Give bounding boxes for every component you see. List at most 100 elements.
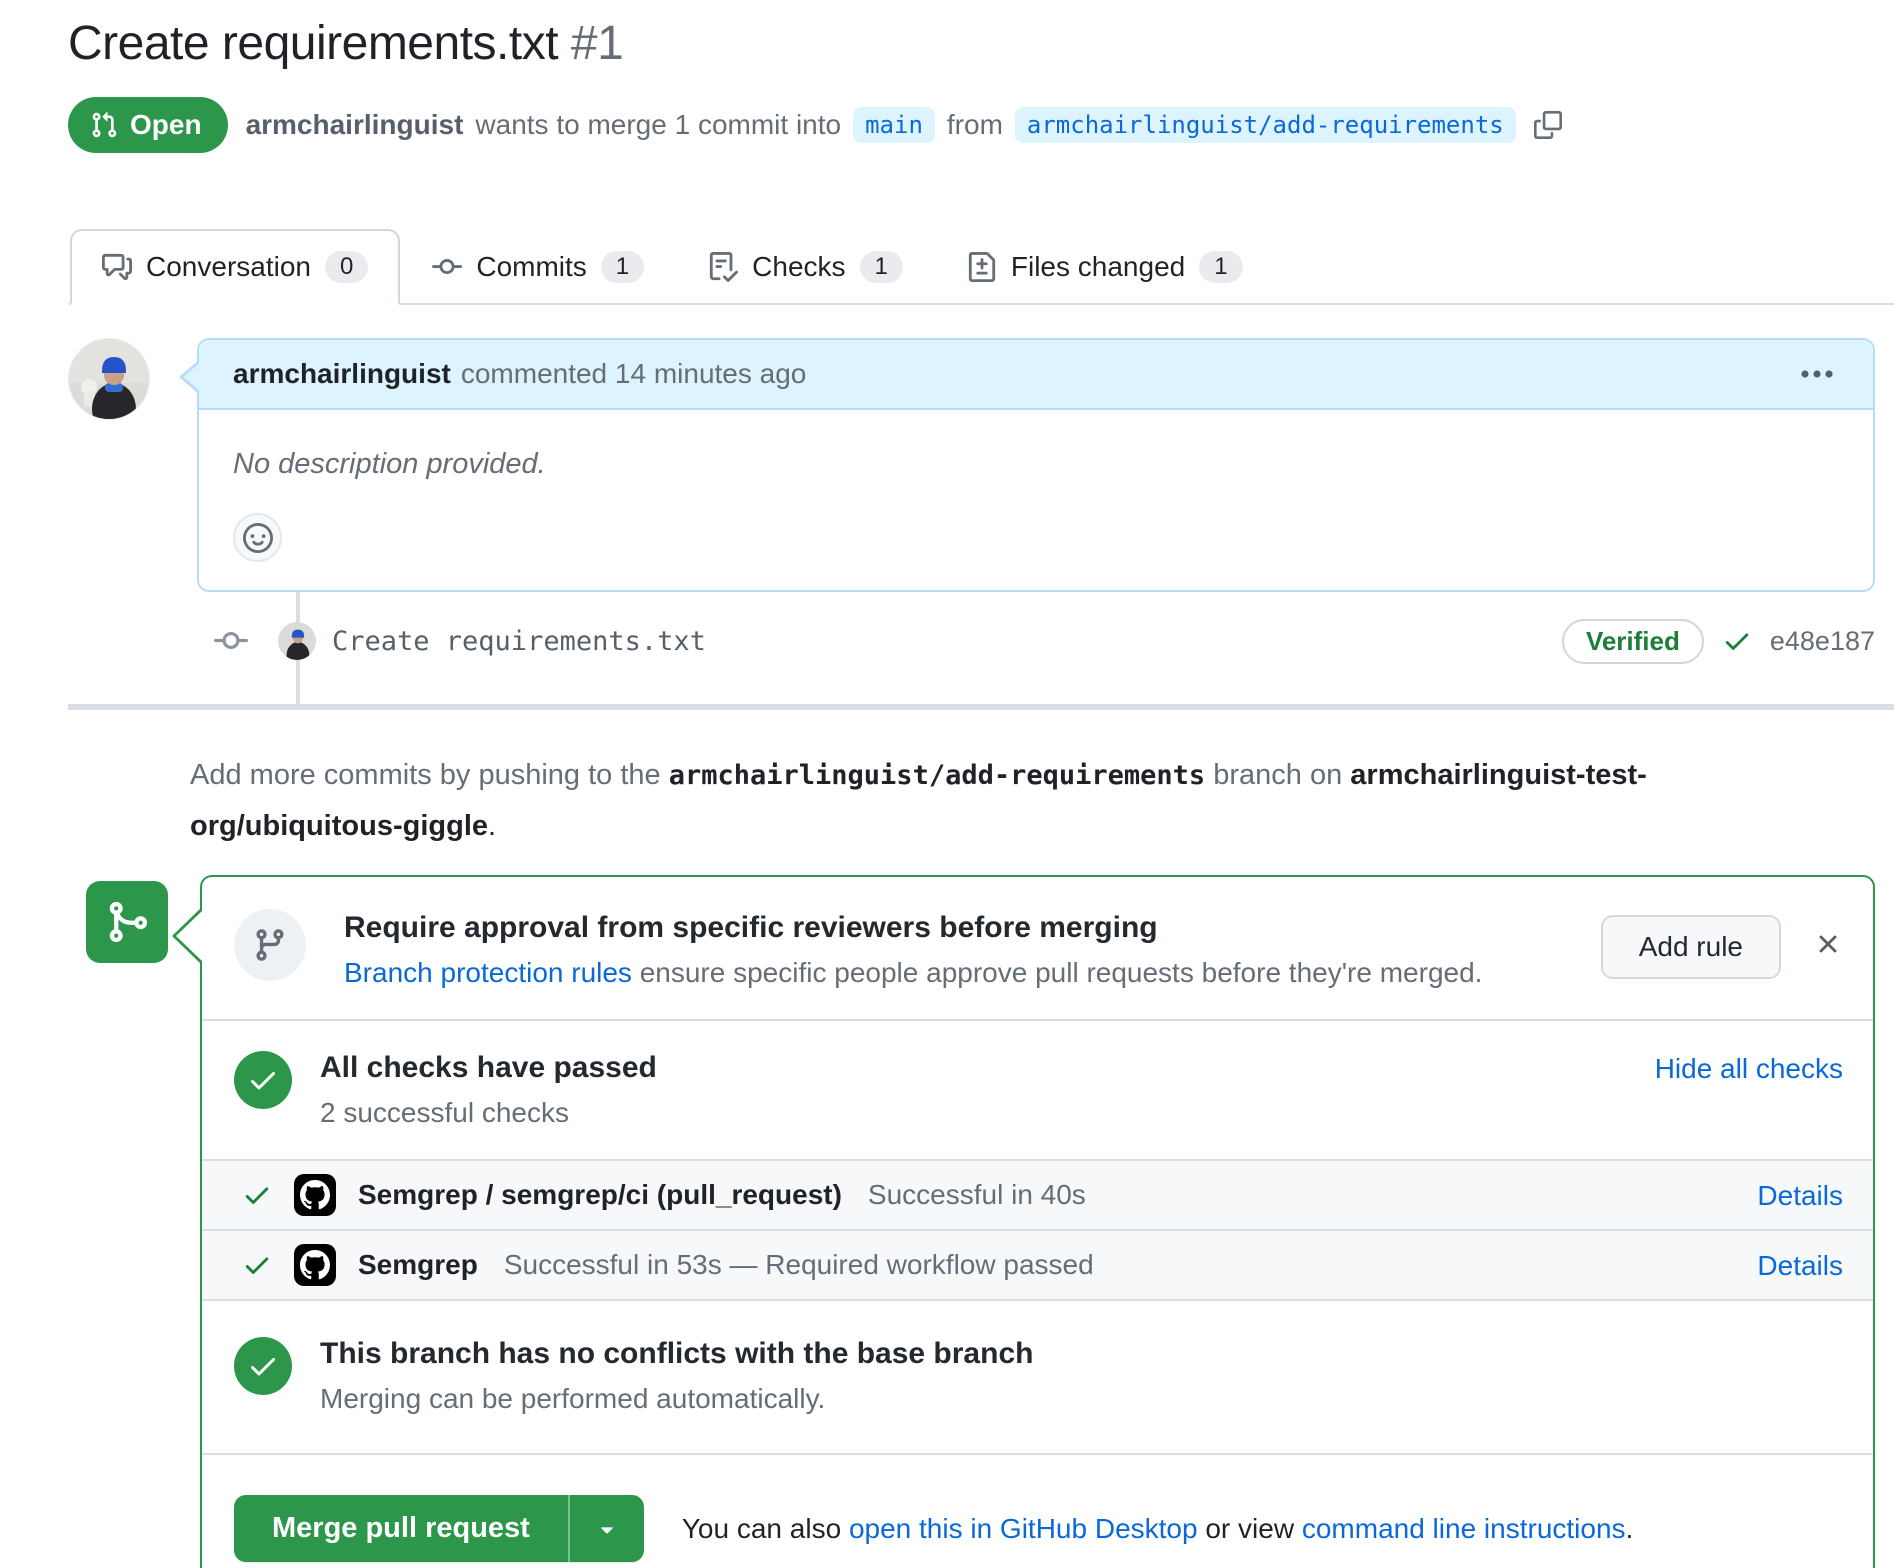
checks-summary-row: All checks have passed 2 successful chec… [202,1021,1873,1161]
details-link[interactable]: Details [1757,1178,1843,1212]
triangle-down-icon [594,1516,620,1542]
github-desktop-link[interactable]: open this in GitHub Desktop [849,1513,1198,1544]
protection-title: Require approval from specific reviewers… [344,911,1577,945]
comment-header: armchairlinguist commented 14 minutes ag… [199,340,1873,410]
protection-description: Branch protection rules ensure specific … [344,957,1577,989]
pr-number: #1 [571,17,623,70]
pr-page: Create requirements.txt #1 Open armchair… [0,0,1894,1568]
push-note-prefix: Add more commits by pushing to the [190,759,661,791]
push-note: Add more commits by pushing to the armch… [190,750,1850,851]
comment-text: No description provided. [233,448,1839,481]
tab-count-badge: 1 [1199,251,1242,283]
branch-protection-rules-link[interactable]: Branch protection rules [344,957,632,988]
pr-state-badge: Open [68,97,228,153]
merge-split-button: Merge pull request [234,1495,644,1562]
pr-description-comment: armchairlinguist commented 14 minutes ag… [68,338,1875,592]
git-commit-icon [214,618,248,664]
checks-title: All checks have passed [320,1051,657,1085]
github-app-avatar[interactable] [294,1244,336,1286]
comment-meta: commented 14 minutes ago [461,358,807,390]
kebab-horizontal-icon [1801,370,1833,378]
push-note-middle: branch on [1213,759,1342,791]
comment-bubble-arrow [179,360,199,394]
page-title: Create requirements.txt #1 [68,16,1875,71]
conflicts-row: This branch has no conflicts with the ba… [202,1301,1873,1455]
merge-cta-note: You can also open this in GitHub Desktop… [682,1513,1634,1545]
tab-files-changed[interactable]: Files changed 1 [935,229,1275,305]
check-status: Successful in 53s — Required workflow pa… [504,1249,1094,1281]
merge-cta-row: Merge pull request You can also open thi… [202,1455,1873,1568]
tab-checks[interactable]: Checks 1 [676,229,935,305]
git-branch-icon [234,909,306,981]
commit-message[interactable]: Create requirements.txt [332,626,706,657]
tab-conversation[interactable]: Conversation 0 [70,229,400,305]
commit-author-avatar[interactable] [278,622,316,660]
commit-sha[interactable]: e48e187 [1770,626,1875,657]
git-merge-icon [86,881,168,963]
head-branch-label[interactable]: armchairlinguist/add-requirements [1015,107,1516,143]
branch-protection-row: Require approval from specific reviewers… [202,877,1873,1021]
command-line-instructions-link[interactable]: command line instructions [1302,1513,1626,1544]
hide-all-checks-link[interactable]: Hide all checks [1655,1051,1843,1085]
merge-pull-request-button[interactable]: Merge pull request [234,1495,568,1562]
tab-count-badge: 1 [860,251,903,283]
github-octocat-icon [300,1250,330,1280]
conflicts-text: This branch has no conflicts with the ba… [320,1337,1033,1415]
tab-count-badge: 1 [601,251,644,283]
tab-label: Files changed [1011,251,1185,283]
close-icon[interactable] [1813,929,1843,959]
conflicts-title: This branch has no conflicts with the ba… [320,1337,1033,1371]
tab-count-badge: 0 [325,251,368,283]
comment-box: armchairlinguist commented 14 minutes ag… [197,338,1875,592]
checks-passed-icon [234,1051,292,1109]
smiley-icon [243,523,273,553]
comment-author-avatar[interactable] [68,338,150,420]
push-note-branch: armchairlinguist/add-requirements [669,760,1205,791]
pr-title-text: Create requirements.txt [68,17,558,70]
tab-label: Commits [476,251,586,283]
comment-discussion-icon [102,252,132,282]
byline-from: from [947,109,1003,141]
checks-summary-text: All checks have passed 2 successful chec… [320,1051,657,1129]
check-row: Semgrep / semgrep/ci (pull_request) Succ… [202,1161,1873,1231]
pr-tab-bar: Conversation 0 Commits 1 Checks 1 Files … [68,229,1894,305]
kebab-menu-button[interactable] [1795,364,1839,384]
copy-icon[interactable] [1534,111,1562,139]
merge-box-arrow [172,907,202,965]
base-branch-label[interactable]: main [853,107,935,143]
github-app-avatar[interactable] [294,1174,336,1216]
check-name: Semgrep [358,1249,478,1281]
check-status: Successful in 40s [868,1179,1086,1211]
details-link[interactable]: Details [1757,1248,1843,1282]
pr-state-label: Open [130,109,202,141]
comment-body: No description provided. [199,410,1873,590]
protection-text: Require approval from specific reviewers… [344,909,1577,989]
check-success-icon [242,1250,272,1280]
pr-meta-row: Open armchairlinguist wants to merge 1 c… [68,97,1875,153]
add-reaction-button[interactable] [233,513,282,562]
tab-label: Conversation [146,251,311,283]
checks-subtitle: 2 successful checks [320,1097,657,1129]
checklist-icon [708,252,738,282]
commit-status-group: Verified e48e187 [1562,619,1875,664]
merge-section: Require approval from specific reviewers… [86,875,1875,1568]
tab-commits[interactable]: Commits 1 [400,229,676,305]
add-rule-button[interactable]: Add rule [1601,915,1781,979]
check-name: Semgrep / semgrep/ci (pull_request) [358,1179,842,1211]
timeline-commit-section: Create requirements.txt Verified e48e187 [68,592,1875,704]
byline-action: wants to merge 1 commit into [475,109,841,141]
conflicts-subtitle: Merging can be performed automatically. [320,1383,1033,1415]
merge-box: Require approval from specific reviewers… [200,875,1875,1568]
git-commit-icon [432,252,462,282]
tab-label: Checks [752,251,845,283]
verified-badge[interactable]: Verified [1562,619,1704,664]
check-icon [1722,626,1752,656]
comment-author[interactable]: armchairlinguist [233,358,451,390]
github-octocat-icon [300,1180,330,1210]
byline-author[interactable]: armchairlinguist [246,109,464,141]
commit-row: Create requirements.txt Verified e48e187 [68,618,1875,664]
check-row: Semgrep Successful in 53s — Required wor… [202,1231,1873,1301]
check-success-icon [242,1180,272,1210]
git-pull-request-icon [90,111,118,139]
merge-options-dropdown[interactable] [568,1495,644,1562]
